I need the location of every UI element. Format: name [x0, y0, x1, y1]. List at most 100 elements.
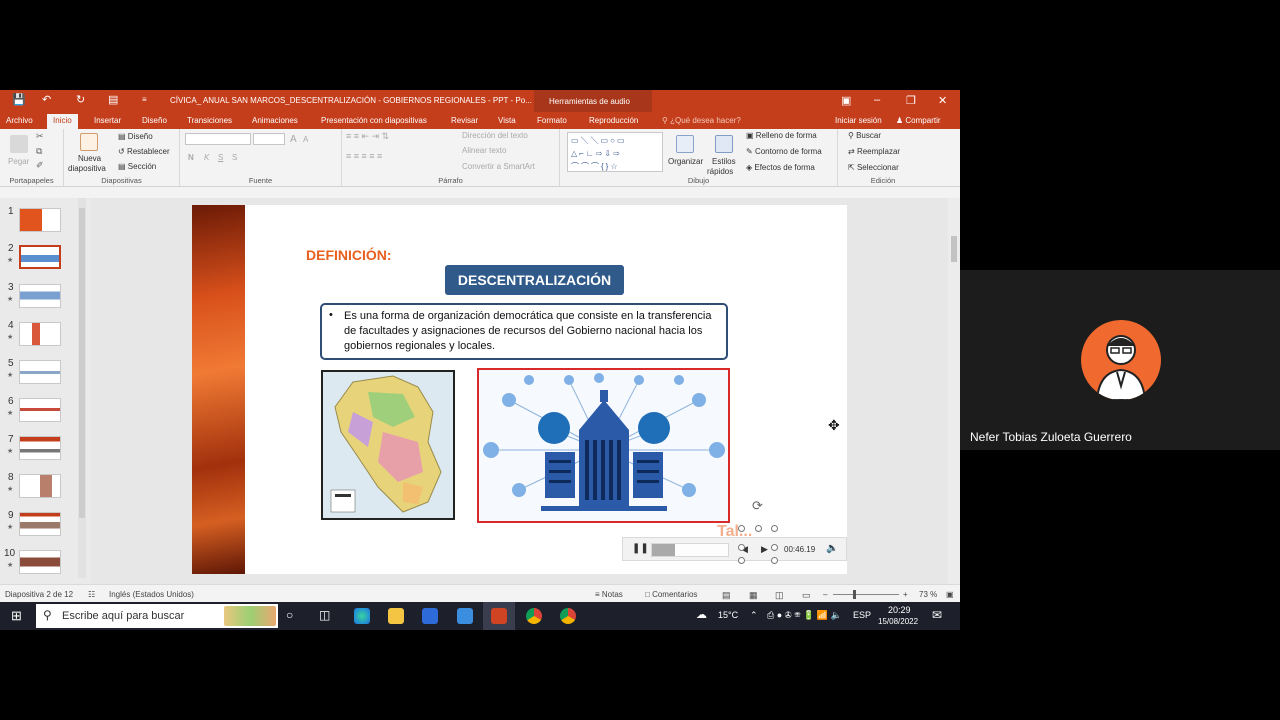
cortana-icon[interactable]: ○ — [286, 608, 293, 622]
tab-insertar[interactable]: Insertar — [94, 116, 121, 125]
sign-in-link[interactable]: Iniciar sesión — [835, 116, 882, 125]
audio-progress-track[interactable] — [651, 543, 729, 557]
notifications-icon[interactable]: ✉ — [932, 608, 942, 622]
comments-button[interactable]: □ Comentarios — [645, 590, 697, 599]
align-text-button[interactable]: Alinear texto — [462, 146, 506, 155]
format-painter-icon[interactable]: ✐ — [36, 160, 44, 171]
close-icon[interactable]: ✕ — [938, 94, 947, 107]
paste-icon[interactable] — [10, 135, 28, 153]
new-slide-label-1[interactable]: Nueva — [78, 154, 101, 163]
text-direction-button[interactable]: Dirección del texto — [462, 131, 528, 140]
audio-player-bar[interactable]: ❚❚ ◀ ▶ 00:46.19 🔈 — [622, 537, 847, 561]
selection-handle[interactable] — [771, 525, 778, 532]
selection-handle[interactable] — [738, 525, 745, 532]
chrome-icon-1[interactable] — [526, 608, 542, 624]
spell-check-icon[interactable]: ☷ — [88, 590, 95, 599]
section-button[interactable]: ▤ Sección — [118, 162, 156, 171]
reading-view-icon[interactable]: ◫ — [775, 590, 784, 601]
font-size-field[interactable] — [253, 133, 285, 145]
slide-thumbnail-9[interactable] — [19, 512, 61, 536]
slide-thumbnail-1[interactable] — [19, 208, 61, 232]
maximize-icon[interactable]: ❐ — [906, 94, 916, 107]
clock-date[interactable]: 15/08/2022 — [878, 617, 918, 626]
tab-presentacion[interactable]: Presentación con diapositivas — [321, 116, 427, 125]
new-slide-label-2[interactable]: diapositiva — [68, 164, 106, 173]
tab-transiciones[interactable]: Transiciones — [187, 116, 232, 125]
zoom-in-icon[interactable]: + — [903, 590, 908, 599]
copy-icon[interactable]: ⧉ — [36, 146, 42, 157]
slide-thumbnail-7[interactable] — [19, 436, 61, 460]
undo-icon[interactable]: ↶ — [42, 94, 51, 106]
taskbar-search-box[interactable]: ⚲ Escribe aquí para buscar — [36, 604, 278, 628]
fit-slide-icon[interactable]: ▣ — [946, 590, 954, 599]
shadow-button[interactable]: S — [232, 153, 237, 162]
smartart-button[interactable]: Convertir a SmartArt — [462, 162, 535, 171]
tray-overflow-icon[interactable]: ⌃ — [750, 610, 758, 621]
minimize-icon[interactable]: – — [874, 94, 880, 106]
underline-button[interactable]: S — [218, 153, 223, 162]
shape-fill-button[interactable]: ▣ Relleno de forma — [746, 131, 817, 140]
zoom-level[interactable]: 73 % — [919, 590, 937, 599]
file-explorer-icon[interactable] — [388, 608, 404, 624]
select-button[interactable]: ⇱ Seleccionar — [848, 163, 899, 172]
title-chip[interactable]: DESCENTRALIZACIÓN — [445, 265, 624, 295]
shape-effects-button[interactable]: ◈ Efectos de forma — [746, 163, 815, 172]
mail-icon[interactable] — [457, 608, 473, 624]
selection-handle[interactable] — [771, 557, 778, 564]
participant-tile[interactable]: Nefer Tobias Zuloeta Guerrero — [960, 270, 1280, 450]
forward-icon[interactable]: ▶ — [761, 544, 768, 555]
language-tray[interactable]: ESP — [853, 610, 871, 620]
slide-thumbnail-10[interactable] — [19, 550, 61, 574]
selection-handle[interactable] — [755, 525, 762, 532]
clock-time[interactable]: 20:29 — [888, 605, 911, 615]
audio-tools-tab[interactable]: Herramientas de audio — [534, 90, 652, 112]
search-highlight-image[interactable] — [224, 606, 276, 626]
canvas-scrollbar[interactable] — [948, 198, 960, 584]
weather-icon[interactable]: ☁ — [696, 608, 707, 621]
tray-icons[interactable]: ⎙ ● ✇ ☏ 🔋 📶 🔈 — [767, 610, 842, 621]
cut-icon[interactable]: ✂ — [36, 131, 44, 142]
save-icon[interactable]: 💾 — [12, 94, 26, 106]
zoom-slider[interactable] — [833, 594, 899, 595]
slide[interactable]: DEFINICIÓN: DESCENTRALIZACIÓN • Es una f… — [192, 205, 847, 574]
definition-heading[interactable]: DEFINICIÓN: — [306, 247, 392, 263]
peru-map-image[interactable] — [321, 370, 455, 520]
quick-styles-label-2[interactable]: rápidos — [707, 167, 733, 176]
font-size-decrease[interactable]: A — [303, 135, 308, 144]
rotate-handle-icon[interactable]: ⟳ — [752, 498, 763, 514]
font-size-increase[interactable]: A — [290, 134, 297, 145]
notes-button[interactable]: ≡ Notas — [595, 590, 623, 599]
bullets-icon[interactable]: ≡ ≡ ⇤ ⇥ ⇅ — [346, 131, 389, 142]
slide-thumbnail-8[interactable] — [19, 474, 61, 498]
slide-thumbnail-3[interactable] — [19, 284, 61, 308]
government-network-image[interactable] — [477, 368, 730, 523]
tell-me-search[interactable]: ⚲ ¿Qué desea hacer? — [662, 116, 741, 125]
normal-view-icon[interactable]: ▤ — [722, 590, 731, 601]
slide-thumbnail-2[interactable] — [19, 245, 61, 269]
task-view-icon[interactable]: ◫ — [319, 608, 330, 622]
redo-icon[interactable]: ↻ — [76, 94, 85, 106]
chrome-icon-2[interactable] — [560, 608, 576, 624]
zoom-slider-thumb[interactable] — [853, 590, 856, 599]
quick-styles-icon[interactable] — [715, 135, 733, 153]
store-icon[interactable] — [422, 608, 438, 624]
windows-start-icon[interactable]: ⊞ — [11, 608, 22, 624]
slide-thumbnail-5[interactable] — [19, 360, 61, 384]
italic-button[interactable]: K — [204, 153, 209, 162]
selection-handle[interactable] — [771, 544, 778, 551]
new-slide-icon[interactable] — [80, 133, 98, 151]
tab-animaciones[interactable]: Animaciones — [252, 116, 298, 125]
tab-inicio[interactable]: Inicio — [47, 114, 78, 129]
bold-button[interactable]: N — [188, 153, 194, 162]
thumbnail-scrollbar[interactable] — [78, 198, 86, 578]
selection-handle[interactable] — [738, 544, 745, 551]
ribbon-display-icon[interactable]: ▣ — [841, 94, 851, 107]
present-icon[interactable]: ▤ — [108, 94, 118, 106]
reset-button[interactable]: ↺ Restablecer — [118, 147, 170, 156]
tab-reproduccion[interactable]: Reproducción — [589, 116, 638, 125]
slide-sorter-icon[interactable]: ▦ — [749, 590, 758, 601]
language-indicator[interactable]: Inglés (Estados Unidos) — [109, 590, 194, 599]
tab-vista[interactable]: Vista — [498, 116, 516, 125]
share-button[interactable]: ♟ Compartir — [896, 116, 941, 125]
volume-icon[interactable]: 🔈 — [826, 543, 838, 554]
